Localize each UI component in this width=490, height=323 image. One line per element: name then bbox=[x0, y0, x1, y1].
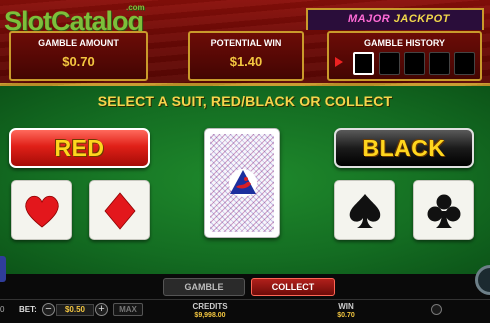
potential-win-value: $1.40 bbox=[229, 54, 263, 69]
tab-gamble[interactable]: GAMBLE bbox=[163, 278, 245, 296]
max-bet-button[interactable]: MAX bbox=[113, 303, 143, 316]
club-suit-button[interactable] bbox=[413, 180, 474, 240]
win-value: $0.70 bbox=[337, 312, 355, 319]
left-value: 0 bbox=[0, 305, 5, 314]
club-icon bbox=[427, 194, 461, 228]
gamble-history-label: GAMBLE HISTORY bbox=[363, 38, 445, 48]
credits-label: CREDITS bbox=[192, 302, 228, 311]
history-slot bbox=[404, 52, 425, 75]
win-label: WIN bbox=[338, 302, 354, 311]
bet-value: $0.50 bbox=[56, 304, 94, 316]
divider bbox=[0, 299, 490, 300]
black-button-label: BLACK bbox=[362, 135, 446, 161]
heart-icon bbox=[25, 195, 59, 228]
gamble-amount-label: GAMBLE AMOUNT bbox=[38, 38, 119, 48]
major-jackpot-banner: MAJOR JACKPOT bbox=[306, 8, 484, 30]
credits-value: $9,998.00 bbox=[194, 312, 226, 319]
bet-decrease-button[interactable]: − bbox=[42, 303, 55, 316]
jackpot-word: JACKPOT bbox=[393, 13, 450, 25]
arrow-right-icon bbox=[335, 57, 343, 67]
spade-icon bbox=[349, 194, 381, 228]
face-down-card bbox=[204, 128, 280, 238]
instruction-text: SELECT A SUIT, RED/BLACK OR COLLECT bbox=[97, 93, 393, 109]
history-slot bbox=[454, 52, 475, 75]
bet-label: BET: bbox=[19, 305, 37, 314]
jackpot-label: MAJOR JACKPOT bbox=[348, 13, 450, 25]
history-slot bbox=[379, 52, 400, 75]
side-tab bbox=[0, 256, 6, 282]
card-back-logo-icon bbox=[229, 169, 257, 197]
black-button[interactable]: BLACK bbox=[334, 128, 474, 168]
history-slot bbox=[429, 52, 450, 75]
red-button[interactable]: RED bbox=[9, 128, 150, 168]
gamble-amount-value: $0.70 bbox=[62, 54, 95, 69]
collect-button[interactable]: COLLECT bbox=[251, 278, 335, 296]
diamond-suit-button[interactable] bbox=[89, 180, 150, 240]
bet-increase-button[interactable]: + bbox=[95, 303, 108, 316]
potential-win-panel: POTENTIAL WIN $1.40 bbox=[188, 31, 304, 81]
potential-win-label: POTENTIAL WIN bbox=[210, 38, 282, 48]
watermark-suffix: .com bbox=[126, 3, 145, 12]
jackpot-major: MAJOR bbox=[348, 13, 391, 25]
history-slot bbox=[353, 52, 374, 75]
gamble-history-panel: GAMBLE HISTORY bbox=[327, 31, 482, 81]
heart-suit-button[interactable] bbox=[11, 180, 72, 240]
settings-button[interactable] bbox=[431, 304, 442, 315]
spade-suit-button[interactable] bbox=[334, 180, 395, 240]
diamond-icon bbox=[104, 192, 136, 230]
gamble-amount-panel: GAMBLE AMOUNT $0.70 bbox=[9, 31, 148, 81]
red-button-label: RED bbox=[54, 135, 105, 161]
